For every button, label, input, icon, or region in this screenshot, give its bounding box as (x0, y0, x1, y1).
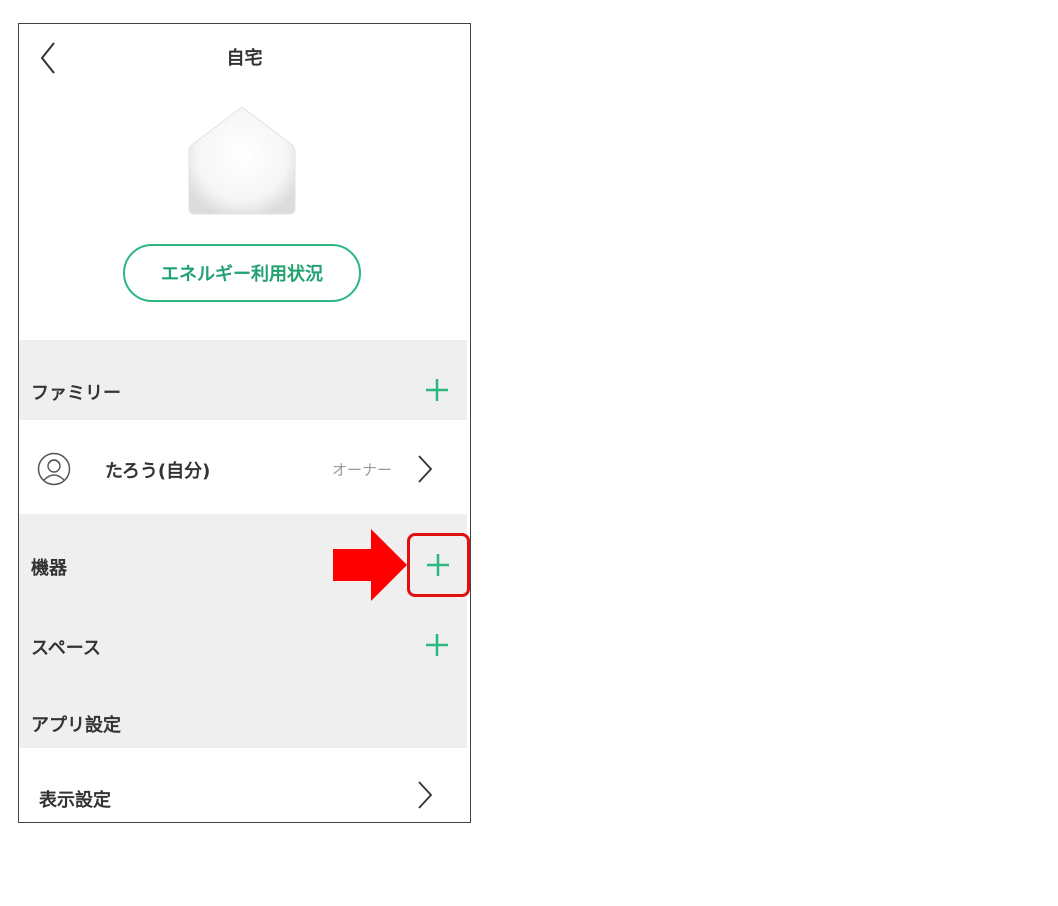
display-settings-chevron-icon[interactable] (417, 780, 433, 810)
page-title: 自宅 (226, 48, 263, 69)
chevron-right-icon[interactable] (417, 454, 433, 484)
devices-section-title: 機器 (31, 558, 67, 579)
house-icon (188, 106, 296, 215)
family-member-name: たろう(自分) (105, 461, 211, 482)
red-arrow-icon (333, 529, 407, 601)
add-space-plus-icon[interactable] (423, 631, 451, 659)
add-family-plus-icon[interactable] (423, 376, 451, 404)
avatar-icon (37, 452, 71, 486)
phone-screen: 自宅 エネルギー利用状況 ファミリー たろう(自分) オーナー 機器 スペース … (18, 23, 471, 823)
app-settings-section-title: アプリ設定 (31, 715, 121, 736)
family-member-role: オーナー (332, 461, 393, 479)
family-member-row[interactable] (19, 421, 467, 513)
family-section-title: ファミリー (31, 383, 121, 404)
spaces-section-title: スペース (31, 638, 101, 659)
add-device-plus-icon[interactable] (424, 551, 452, 579)
energy-usage-button[interactable]: エネルギー利用状況 (123, 244, 361, 302)
display-settings-label: 表示設定 (39, 790, 111, 811)
